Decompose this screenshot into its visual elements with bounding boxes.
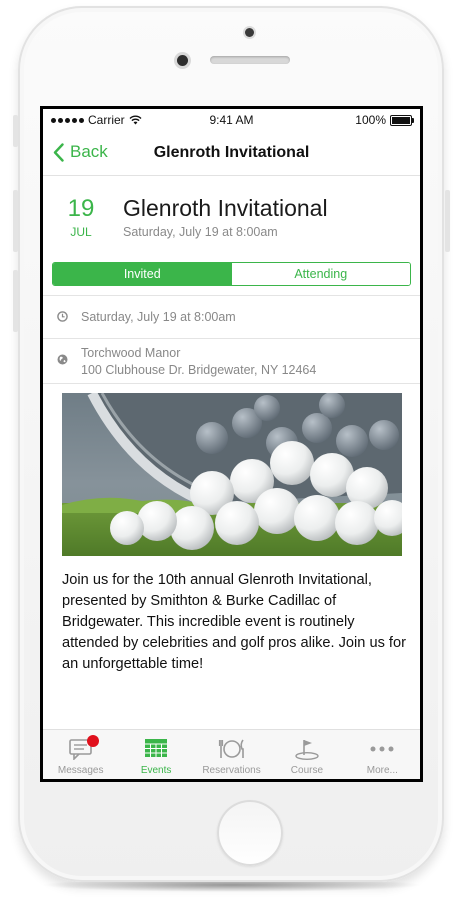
tab-more[interactable]: More... [345, 730, 420, 779]
battery-percent: 100% [355, 113, 386, 127]
home-button[interactable] [217, 800, 283, 866]
rsvp-segmented-control: Invited Attending [52, 262, 411, 286]
status-right: 100% [355, 113, 414, 127]
tab-events[interactable]: Events [118, 730, 193, 779]
segment-invited[interactable]: Invited [53, 263, 232, 285]
event-title: Glenroth Invitational [123, 195, 328, 221]
front-camera [177, 55, 188, 66]
event-day: 19 [67, 195, 95, 222]
globe-icon [57, 354, 68, 365]
event-header: 19 JUL Glenroth Invitational Saturday, J… [43, 175, 420, 251]
location-name: Torchwood Manor [81, 346, 181, 360]
earpiece-speaker [210, 56, 290, 64]
tab-bar: Messages Events Reservations Course More… [43, 729, 420, 779]
tab-more-label: More... [366, 765, 398, 776]
datetime-row: Saturday, July 19 at 8:00am [43, 295, 420, 338]
clock-icon [57, 311, 68, 322]
status-bar: Carrier 9:41 AM 100% [43, 109, 420, 129]
navigation-bar: Back Glenroth Invitational [43, 129, 420, 176]
event-subtitle: Saturday, July 19 at 8:00am [123, 225, 278, 239]
notification-badge [87, 735, 99, 747]
more-icon [370, 746, 394, 752]
volume-down-button [13, 270, 18, 332]
tab-messages[interactable]: Messages [43, 730, 118, 779]
datetime-text: Saturday, July 19 at 8:00am [81, 310, 236, 324]
volume-up-button [13, 190, 18, 252]
tab-course-label: Course [290, 765, 324, 776]
front-sensor [245, 28, 254, 37]
event-description: Join us for the 10th annual Glenroth Inv… [62, 572, 406, 672]
phone-screen: Carrier 9:41 AM 100% Back Glenroth Invit… [40, 106, 423, 782]
event-photo [62, 393, 402, 556]
battery-icon [390, 114, 414, 126]
tab-course[interactable]: Course [269, 730, 344, 779]
page-title: Glenroth Invitational [153, 144, 310, 161]
power-button [445, 190, 450, 252]
mute-switch [13, 115, 18, 147]
tab-events-label: Events [140, 765, 172, 776]
course-flag-icon [295, 740, 319, 760]
tab-reservations-label: Reservations [202, 765, 261, 776]
calendar-icon [145, 739, 168, 757]
location-row[interactable]: Torchwood Manor 100 Clubhouse Dr. Bridge… [43, 338, 420, 384]
location-address: 100 Clubhouse Dr. Bridgewater, NY 12464 [81, 363, 317, 377]
tab-reservations[interactable]: Reservations [194, 730, 269, 779]
segment-attending[interactable]: Attending [231, 263, 410, 285]
reservations-icon [218, 739, 244, 758]
event-month: JUL [70, 225, 92, 239]
app-screen: Carrier 9:41 AM 100% Back Glenroth Invit… [43, 109, 420, 779]
tab-messages-label: Messages [57, 765, 104, 776]
golf-balls-image [62, 393, 402, 556]
